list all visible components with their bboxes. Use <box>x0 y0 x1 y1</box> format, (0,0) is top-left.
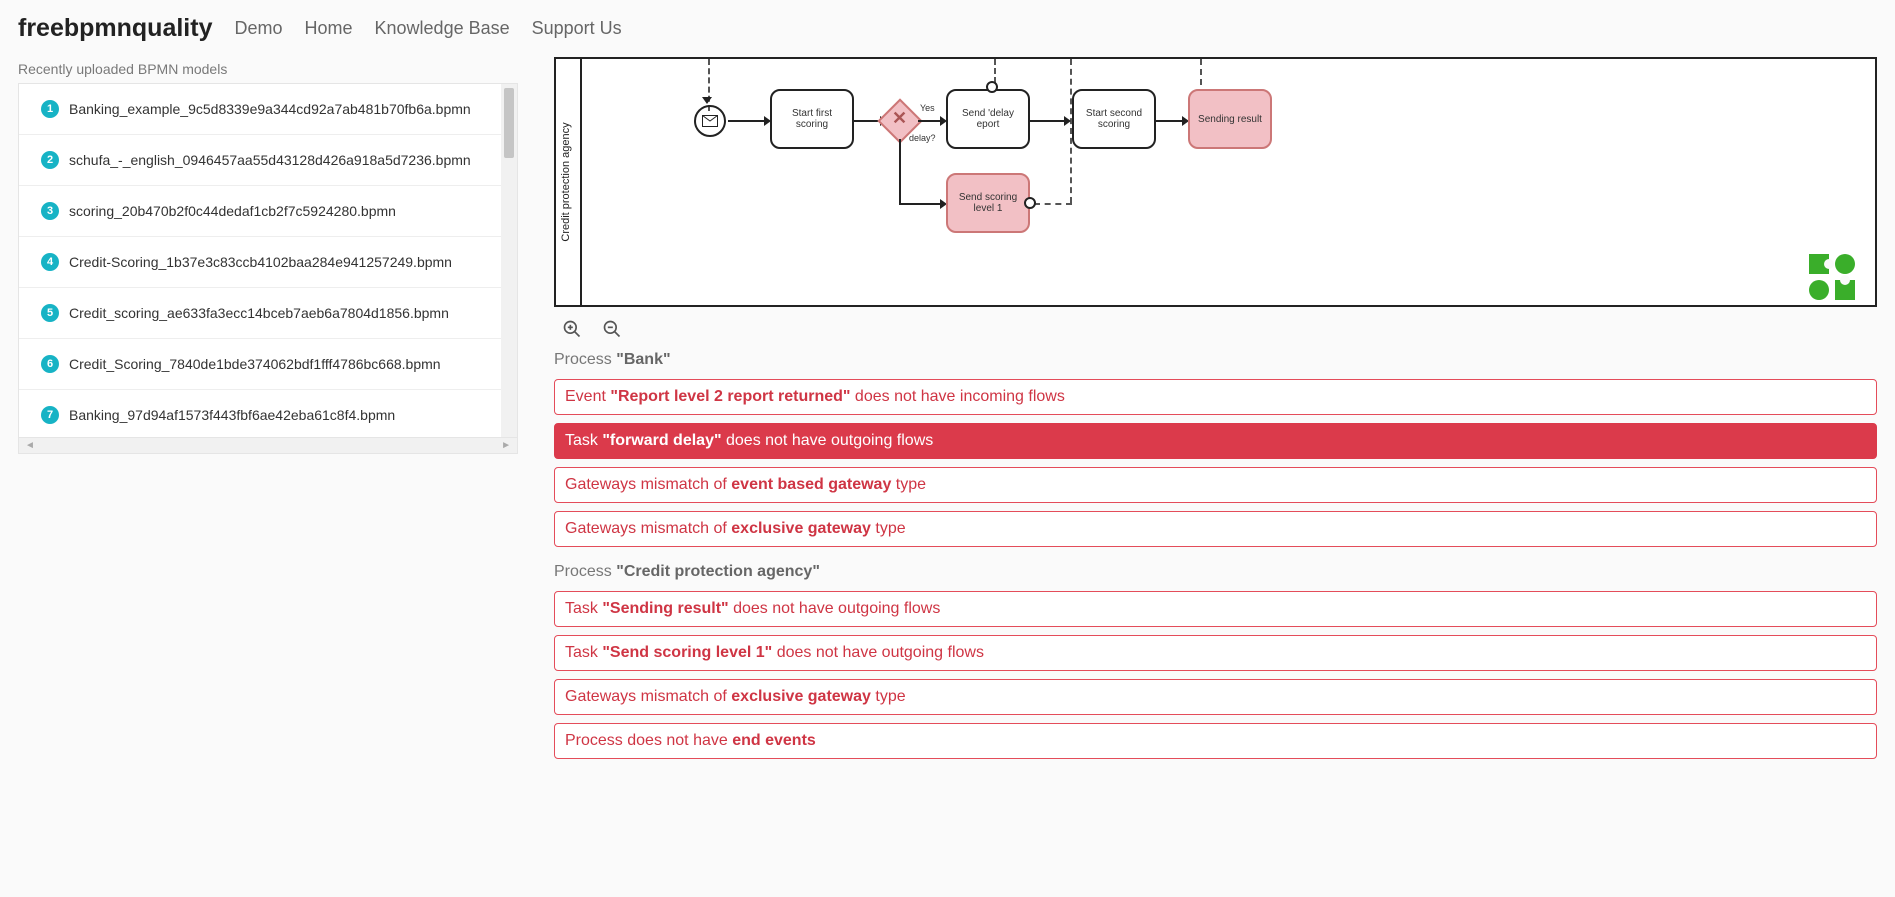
list-item-label: Credit_scoring_ae633fa3ecc14bceb7aeb6a78… <box>69 305 449 321</box>
task-start-second-scoring[interactable]: Start second scoring <box>1072 89 1156 149</box>
process-title: Process "Credit protection agency" <box>554 561 1877 591</box>
start-event[interactable] <box>694 105 726 137</box>
seq-flow <box>1156 120 1184 122</box>
scrollbar-vert[interactable] <box>501 84 517 437</box>
task-sending-result[interactable]: Sending result <box>1188 89 1272 149</box>
seq-flow <box>899 139 901 203</box>
issue-item[interactable]: Gateways mismatch of exclusive gateway t… <box>554 679 1877 715</box>
list-item[interactable]: 5 Credit_scoring_ae633fa3ecc14bceb7aeb6a7… <box>19 288 501 339</box>
issue-item[interactable]: Process does not have end events <box>554 723 1877 759</box>
task-start-first-scoring[interactable]: Start first scoring <box>770 89 854 149</box>
recent-header: Recently uploaded BPMN models <box>18 57 518 83</box>
scroll-thumb[interactable] <box>504 88 514 158</box>
task-send-delay-report[interactable]: Send 'delay eport <box>946 89 1030 149</box>
list-item[interactable]: 4 Credit-Scoring_1b37e3c83ccb4102baa284e9… <box>19 237 501 288</box>
process-title: Process "Bank" <box>554 349 1877 379</box>
seq-flow <box>918 120 942 122</box>
nav-link-knowledge-base[interactable]: Knowledge Base <box>375 18 510 39</box>
intermediate-event <box>1024 197 1036 209</box>
scroll-left-icon[interactable]: ◄ <box>25 440 35 451</box>
zoom-in-icon[interactable] <box>562 319 582 339</box>
model-list: 1 Banking_example_9c5d8339e9a344cd92a7ab4… <box>18 83 518 438</box>
gateway-label-yes: Yes <box>920 103 935 113</box>
task-send-scoring-level1[interactable]: Send scoring level 1 <box>946 173 1030 233</box>
scroll-right-icon[interactable]: ► <box>501 440 511 451</box>
puzzle-logo-icon[interactable] <box>1805 250 1859 309</box>
model-list-inner[interactable]: 1 Banking_example_9c5d8339e9a344cd92a7ab4… <box>19 84 501 437</box>
list-badge: 1 <box>41 100 59 118</box>
list-badge: 4 <box>41 253 59 271</box>
zoom-controls <box>554 307 1877 349</box>
list-item[interactable]: 1 Banking_example_9c5d8339e9a344cd92a7ab4… <box>19 84 501 135</box>
message-flow <box>994 59 996 83</box>
list-badge: 3 <box>41 202 59 220</box>
lane-divider <box>580 59 582 305</box>
intermediate-event <box>986 81 998 93</box>
seq-flow <box>1030 120 1066 122</box>
issue-item[interactable]: Gateways mismatch of exclusive gateway t… <box>554 511 1877 547</box>
list-item[interactable]: 3 scoring_20b470b2f0c44dedaf1cb2f7c592428… <box>19 186 501 237</box>
list-item-label: Banking_example_9c5d8339e9a344cd92a7ab48… <box>69 101 471 117</box>
topbar: freebpmnquality Demo Home Knowledge Base Su… <box>0 0 1895 57</box>
brand-logo[interactable]: freebpmnquality <box>18 14 212 43</box>
list-item[interactable]: 6 Credit_Scoring_7840de1bde374062bdf1fff4… <box>19 339 501 390</box>
zoom-out-icon[interactable] <box>602 319 622 339</box>
list-item[interactable]: 7 Banking_97d94af1573f443fbf6ae42eba61c8f… <box>19 390 501 437</box>
nav-link-support-us[interactable]: Support Us <box>532 18 622 39</box>
issues-cpa: Task "Sending result" does not have outg… <box>554 591 1877 759</box>
gateway-label-delay: delay? <box>909 133 936 143</box>
nav-link-home[interactable]: Home <box>305 18 353 39</box>
scrollbar-horiz[interactable]: ◄ ► <box>18 438 518 454</box>
gateway-x-icon: ✕ <box>892 108 907 129</box>
list-badge: 6 <box>41 355 59 373</box>
seq-flow <box>728 120 766 122</box>
arrow-head <box>1064 116 1071 126</box>
issue-item[interactable]: Task "Sending result" does not have outg… <box>554 591 1877 627</box>
list-item-label: Credit_Scoring_7840de1bde374062bdf1fff47… <box>69 356 441 372</box>
bpmn-diagram[interactable]: Credit protection agency Start first sco… <box>554 57 1877 307</box>
list-item-label: Banking_97d94af1573f443fbf6ae42eba61c8f4… <box>69 407 395 423</box>
issue-item[interactable]: Event "Report level 2 report returned" d… <box>554 379 1877 415</box>
issue-item[interactable]: Task "Send scoring level 1" does not hav… <box>554 635 1877 671</box>
list-badge: 2 <box>41 151 59 169</box>
issue-item[interactable]: Task "forward delay" does not have outgo… <box>554 423 1877 459</box>
list-badge: 7 <box>41 406 59 424</box>
nav-link-demo[interactable]: Demo <box>234 18 282 39</box>
list-badge: 5 <box>41 304 59 322</box>
list-item[interactable]: 2 schufa_-_english_0946457aa55d43128d426a… <box>19 135 501 186</box>
seq-flow <box>899 203 943 205</box>
envelope-icon <box>702 115 718 127</box>
arrow-head-down <box>702 97 712 104</box>
issues-bank: Event "Report level 2 report returned" d… <box>554 379 1877 547</box>
nav: Demo Home Knowledge Base Support Us <box>234 18 621 39</box>
issue-item[interactable]: Gateways mismatch of event based gateway… <box>554 467 1877 503</box>
message-flow <box>1034 203 1072 205</box>
lane-title: Credit protection agency <box>560 122 572 241</box>
list-item-label: Credit-Scoring_1b37e3c83ccb4102baa284e94… <box>69 254 452 270</box>
list-item-label: schufa_-_english_0946457aa55d43128d426a9… <box>69 152 471 168</box>
list-item-label: scoring_20b470b2f0c44dedaf1cb2f7c5924280… <box>69 203 396 219</box>
